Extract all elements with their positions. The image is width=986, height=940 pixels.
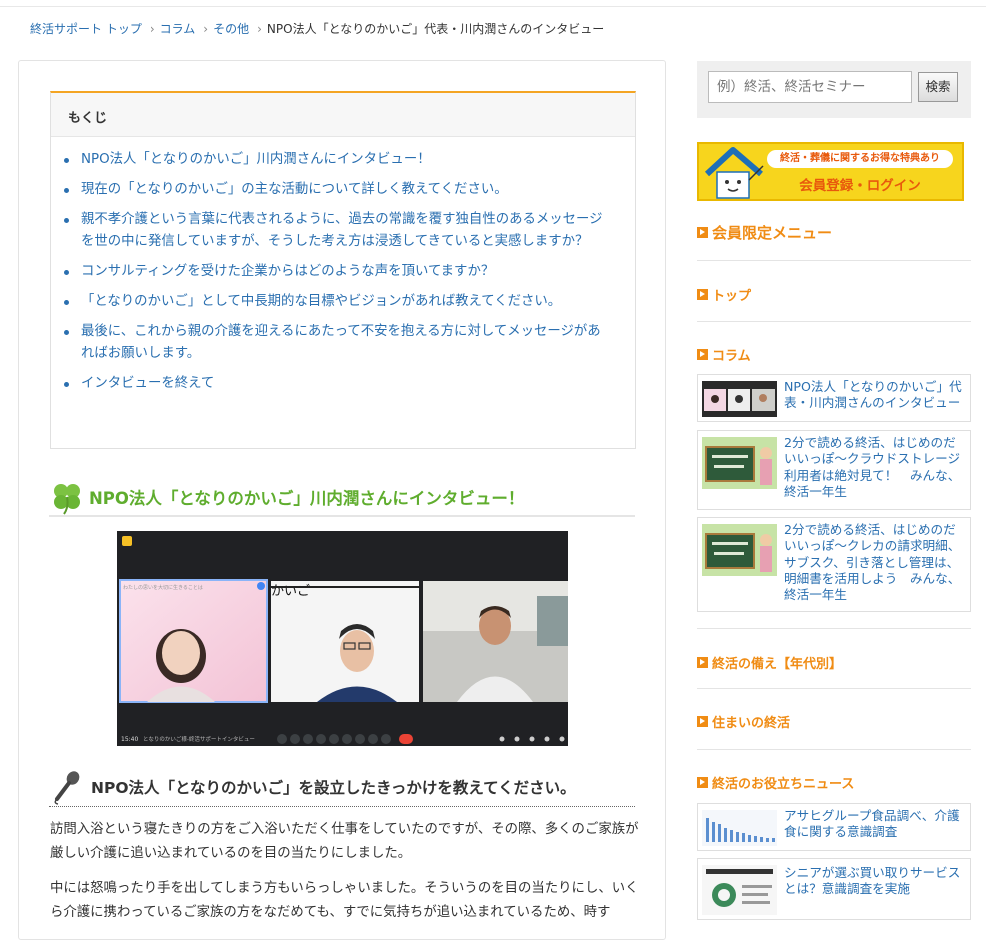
toc-link[interactable]: 現在の「となりのかいご」の主な活動について詳しく教えてください。 (64, 179, 611, 201)
chevron-right-icon: › (149, 21, 155, 36)
menu-column[interactable]: コラム (697, 345, 751, 364)
top-divider (0, 6, 986, 7)
toc-heading: もくじ (51, 93, 635, 137)
toc-link[interactable]: 最後に、これから親の介護を迎えるにあたって不安を抱える方に対してメッセージがあれ… (64, 321, 611, 365)
banner-cta: 会員登録・ログイン (799, 178, 921, 194)
toc-link[interactable]: インタビューを終えて (64, 373, 611, 395)
article-card: もくじ NPO法人「となりのかいご」川内潤さんにインタビュー！ 現在の「となりの… (18, 60, 666, 940)
breadcrumb-link-top[interactable]: 終活サポート トップ (30, 20, 142, 37)
arrow-right-icon (697, 777, 708, 788)
divider (697, 260, 971, 261)
breadcrumb-link-other[interactable]: その他 (213, 20, 249, 37)
divider (697, 749, 971, 750)
arrow-right-icon (697, 716, 708, 727)
menu-sumai-label: 住まいの終活 (712, 716, 791, 731)
column-card[interactable]: 2分で読める終活、はじめのだいいっぽ～クレカの請求明細、サブスク、引き落とし管理… (697, 517, 971, 612)
section-heading: NPO法人「となりのかいご」川内潤さんにインタビュー！ (49, 479, 635, 517)
interview-question-heading: NPO法人「となりのかいご」を設立したきっかけを教えてください。 (49, 767, 635, 807)
column-card[interactable]: NPO法人「となりのかいご」代表・川内潤さんのインタビュー (697, 374, 971, 422)
arrow-right-icon (697, 349, 708, 360)
toc-link[interactable]: 親不孝介護という言葉に代表されるように、過去の常識を覆す独自性のあるメッセージを… (64, 209, 611, 253)
table-of-contents: もくじ NPO法人「となりのかいご」川内潤さんにインタビュー！ 現在の「となりの… (50, 91, 636, 449)
divider (697, 688, 971, 689)
toc-link[interactable]: 「となりのかいご」として中長期的な目標やビジョンがあれば教えてください。 (64, 291, 611, 313)
breadcrumb-current: NPO法人「となりのかいご」代表・川内潤さんのインタビュー (266, 22, 605, 36)
arrow-right-icon (697, 289, 708, 300)
breadcrumb: 終活サポート トップ › コラム › その他 › NPO法人「となりのかいご」代… (30, 20, 604, 37)
news-thumbnail (702, 810, 777, 846)
member-login-banner[interactable]: 終活・葬儀に関するお得な特典あり 会員登録・ログイン (697, 142, 964, 201)
news-card[interactable]: アサヒグループ食品調べ、介護食に関する意識調査 (697, 803, 971, 851)
chevron-right-icon: › (203, 21, 209, 36)
question-heading-text: NPO法人「となりのかいご」を設立したきっかけを教えてください。 (91, 778, 576, 797)
divider (697, 628, 971, 629)
menu-news[interactable]: 終活のお役立ちニュース (697, 773, 854, 792)
column-card-title: NPO法人「となりのかいご」代表・川内潤さんのインタビュー (784, 379, 962, 411)
news-thumbnail (702, 865, 777, 915)
interview-video-call-image: わたしの思いを大切に生きることは かいご 15:40 となりのかいご様-終活サポ… (117, 531, 568, 746)
meeting-title: となりのかいご様-終活サポートインタビュー (143, 735, 255, 743)
menu-column-label: コラム (712, 349, 751, 364)
menu-sonae[interactable]: 終活の備え【年代別】 (697, 653, 842, 672)
banner-tagline: 終活・葬儀に関するお得な特典あり (767, 150, 953, 168)
news-card[interactable]: シニアが選ぶ買い取りサービスとは？意識調査を実施 (697, 858, 971, 920)
menu-news-label: 終活のお役立ちニュース (712, 777, 855, 792)
house-mascot-icon (704, 147, 764, 199)
tile1-caption: わたしの思いを大切に生きることは (123, 584, 203, 591)
column-thumbnail (702, 524, 777, 576)
clover-icon (54, 484, 80, 515)
tile2-text: かいご (271, 583, 310, 599)
divider (697, 321, 971, 322)
menu-top-label: トップ (712, 289, 752, 304)
column-card[interactable]: 2分で読める終活、はじめのだいいっぽ～クラウドストレージ利用者は絶対見て！ みん… (697, 430, 971, 510)
search-input[interactable] (708, 71, 912, 103)
search-box: 検索 (697, 61, 971, 118)
breadcrumb-link-column[interactable]: コラム (160, 20, 196, 37)
section-heading-text: NPO法人「となりのかいご」川内潤さんにインタビュー！ (89, 489, 525, 508)
column-thumbnail (702, 381, 777, 417)
toc-list: NPO法人「となりのかいご」川内潤さんにインタビュー！ 現在の「となりのかいご」… (51, 137, 635, 395)
menu-sonae-label: 終活の備え【年代別】 (712, 657, 843, 672)
member-menu-title-text: 会員限定メニュー (712, 224, 833, 242)
microphone-icon (54, 770, 80, 805)
call-time: 15:40 (121, 736, 138, 743)
news-card-title: シニアが選ぶ買い取りサービスとは？意識調査を実施 (784, 865, 961, 897)
column-card-title: 2分で読める終活、はじめのだいいっぽ～クレカの請求明細、サブスク、引き落とし管理… (784, 522, 961, 603)
menu-top[interactable]: トップ (697, 285, 751, 304)
chevron-right-icon: › (257, 21, 262, 36)
toc-link[interactable]: NPO法人「となりのかいご」川内潤さんにインタビュー！ (64, 149, 611, 171)
column-card-title: 2分で読める終活、はじめのだいいっぽ～クラウドストレージ利用者は絶対見て！ みん… (784, 435, 961, 499)
column-thumbnail (702, 437, 777, 489)
menu-sumai[interactable]: 住まいの終活 (697, 712, 790, 731)
paragraph: 訪問入浴という寝たきりの方をご入浴いただく仕事をしていたのですが、その際、多くの… (50, 822, 639, 861)
news-card-title: アサヒグループ食品調べ、介護食に関する意識調査 (784, 808, 960, 840)
arrow-right-icon (697, 227, 708, 238)
member-menu-title: 会員限定メニュー (697, 222, 832, 243)
search-button[interactable]: 検索 (918, 72, 958, 102)
paragraph: 中には怒鳴ったり手を出してしまう方もいらっしゃいました。そういうのを目の当たりに… (50, 881, 639, 920)
toc-link[interactable]: コンサルティングを受けた企業からはどのような声を頂いてますか？ (64, 261, 611, 283)
arrow-right-icon (697, 657, 708, 668)
